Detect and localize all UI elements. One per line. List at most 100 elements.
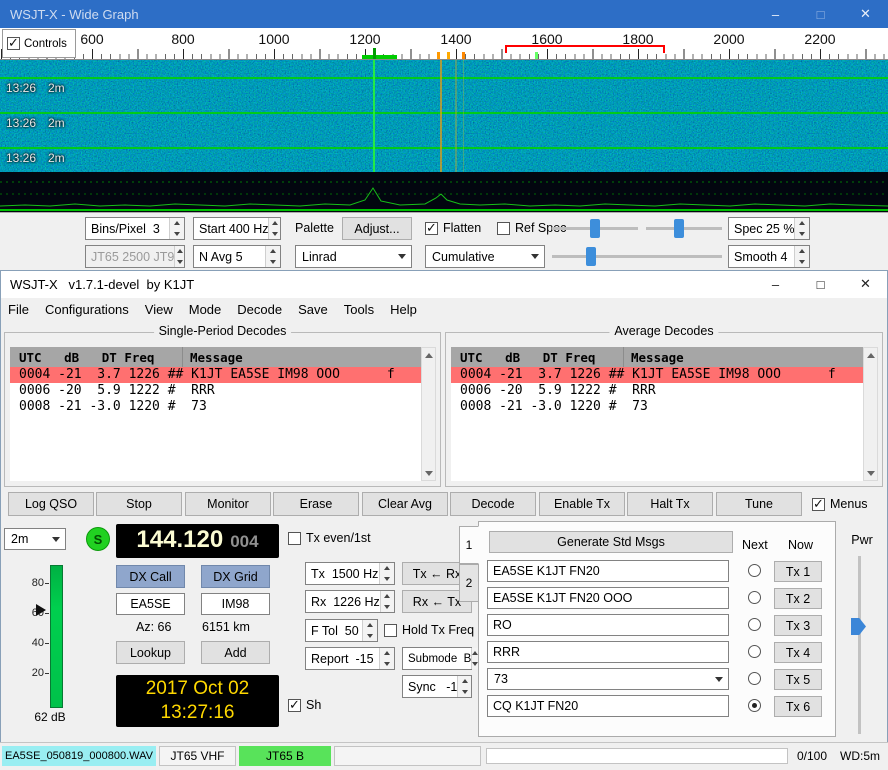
band-combo[interactable]: 2m bbox=[4, 528, 66, 550]
menu-save[interactable]: Save bbox=[290, 299, 336, 320]
menus-checkbox[interactable]: Menus bbox=[812, 497, 868, 511]
decode-button[interactable]: Decode bbox=[450, 492, 536, 516]
maximize-icon[interactable]: □ bbox=[798, 270, 843, 298]
next-radio-6[interactable] bbox=[748, 699, 761, 712]
spin-up-icon[interactable] bbox=[381, 591, 394, 602]
dx-call-button[interactable]: DX Call bbox=[116, 565, 185, 588]
controls-toggle-box[interactable]: Controls bbox=[2, 29, 76, 58]
slider-handle[interactable] bbox=[586, 247, 596, 266]
slider-handle[interactable] bbox=[590, 219, 600, 238]
maximize-icon[interactable]: □ bbox=[798, 0, 843, 28]
waterfall-gain-slider[interactable] bbox=[552, 217, 638, 240]
spin-up-icon[interactable] bbox=[363, 620, 377, 631]
sh-checkbox[interactable]: Sh bbox=[288, 698, 321, 712]
spin-up-icon[interactable] bbox=[266, 246, 280, 257]
checkbox-unchecked-icon[interactable] bbox=[288, 532, 301, 545]
pwr-slider-handle[interactable] bbox=[851, 618, 866, 635]
message-combo-5[interactable]: 73 bbox=[487, 668, 729, 690]
checkbox-checked-icon[interactable] bbox=[425, 222, 438, 235]
adjust-palette-button[interactable]: Adjust... bbox=[342, 217, 412, 240]
smooth-spinbox[interactable]: Smooth 4 bbox=[728, 245, 810, 268]
flatten-checkbox[interactable]: Flatten bbox=[425, 221, 481, 235]
decode-row[interactable]: 0004 -21 3.7 1226 ## K1JT EA5SE IM98 OOO… bbox=[10, 367, 421, 383]
dx-call-field[interactable] bbox=[116, 593, 185, 615]
lookup-button[interactable]: Lookup bbox=[116, 641, 185, 664]
message-field-6[interactable] bbox=[487, 695, 729, 717]
frequency-ruler[interactable]: 600 800 1000 1200 1400 1600 1800 2000 22… bbox=[0, 28, 888, 60]
menu-decode[interactable]: Decode bbox=[229, 299, 290, 320]
tx1-button[interactable]: Tx 1 bbox=[774, 561, 822, 582]
minimize-icon[interactable]: – bbox=[753, 270, 798, 298]
f-tol-spinbox[interactable]: F Tol 50 bbox=[305, 619, 378, 642]
tx4-button[interactable]: Tx 4 bbox=[774, 642, 822, 663]
message-field-3[interactable] bbox=[487, 614, 729, 636]
spin-up-icon[interactable] bbox=[380, 648, 394, 659]
n-avg-spinbox[interactable]: N Avg 5 bbox=[193, 245, 281, 268]
scrollbar[interactable] bbox=[863, 347, 878, 481]
decode-row[interactable]: 0008 -21 -3.0 1220 # 73 bbox=[10, 399, 421, 415]
spin-down-icon[interactable] bbox=[269, 229, 280, 240]
spin-down-icon[interactable] bbox=[266, 257, 280, 268]
menu-mode[interactable]: Mode bbox=[181, 299, 230, 320]
message-field-1[interactable] bbox=[487, 560, 729, 582]
next-radio-2[interactable] bbox=[748, 591, 761, 604]
decode-row[interactable]: 0006 -20 5.9 1222 # RRR bbox=[451, 383, 863, 399]
checkbox-unchecked-icon[interactable] bbox=[497, 222, 510, 235]
chevron-down-icon[interactable] bbox=[710, 669, 728, 689]
tx5-button[interactable]: Tx 5 bbox=[774, 669, 822, 690]
close-icon[interactable]: ✕ bbox=[843, 270, 888, 298]
display-mode-combo[interactable]: Cumulative bbox=[425, 245, 545, 268]
tab-1[interactable]: 1 bbox=[459, 526, 479, 564]
tab-2[interactable]: 2 bbox=[459, 564, 479, 602]
checkbox-checked-icon[interactable] bbox=[812, 498, 825, 511]
spin-up-icon[interactable] bbox=[795, 218, 809, 229]
main-titlebar[interactable]: WSJT-X v1.7.1-devel by K1JT – □ ✕ bbox=[0, 270, 888, 298]
checkbox-checked-icon[interactable] bbox=[288, 699, 301, 712]
submode-spinbox[interactable]: Submode B bbox=[402, 647, 472, 670]
spin-up-icon[interactable] bbox=[458, 676, 471, 687]
spin-up-icon[interactable] bbox=[795, 246, 809, 257]
checkbox-unchecked-icon[interactable] bbox=[384, 624, 397, 637]
menu-view[interactable]: View bbox=[137, 299, 181, 320]
next-radio-4[interactable] bbox=[748, 645, 761, 658]
tx6-button[interactable]: Tx 6 bbox=[774, 696, 822, 717]
spin-up-icon[interactable] bbox=[170, 218, 184, 229]
chevron-down-icon[interactable] bbox=[526, 246, 544, 267]
close-icon[interactable]: ✕ bbox=[843, 0, 888, 28]
waterfall-display[interactable] bbox=[0, 60, 888, 212]
spin-down-icon[interactable] bbox=[458, 687, 471, 698]
next-radio-1[interactable] bbox=[748, 564, 761, 577]
stop-button[interactable]: Stop bbox=[96, 492, 182, 516]
hold-tx-freq-checkbox[interactable]: Hold Tx Freq bbox=[384, 623, 474, 637]
spin-up-icon[interactable] bbox=[380, 563, 394, 574]
message-field-4[interactable] bbox=[487, 641, 729, 663]
scroll-up-icon[interactable] bbox=[864, 348, 877, 362]
message-field-2[interactable] bbox=[487, 587, 729, 609]
tune-button[interactable]: Tune bbox=[716, 492, 802, 516]
menu-configurations[interactable]: Configurations bbox=[37, 299, 137, 320]
minimize-icon[interactable]: – bbox=[753, 0, 798, 28]
tx-freq-spinbox[interactable]: Tx 1500 Hz bbox=[305, 562, 395, 585]
decode-row[interactable]: 0004 -21 3.7 1226 ## K1JT EA5SE IM98 OOO… bbox=[451, 367, 863, 383]
menu-help[interactable]: Help bbox=[382, 299, 425, 320]
bins-per-pixel-spinbox[interactable]: Bins/Pixel 3 bbox=[85, 217, 185, 240]
generate-std-msgs-button[interactable]: Generate Std Msgs bbox=[489, 531, 733, 553]
log-qso-button[interactable]: Log QSO bbox=[8, 492, 94, 516]
spin-up-icon[interactable] bbox=[269, 218, 280, 229]
spin-down-icon[interactable] bbox=[381, 602, 394, 613]
monitor-button[interactable]: Monitor bbox=[185, 492, 271, 516]
scroll-down-icon[interactable] bbox=[864, 466, 877, 480]
spin-down-icon[interactable] bbox=[363, 631, 377, 642]
add-button[interactable]: Add bbox=[201, 641, 270, 664]
report-spinbox[interactable]: Report -15 bbox=[305, 647, 395, 670]
wide-graph-titlebar[interactable]: WSJT-X - Wide Graph – □ ✕ bbox=[0, 0, 888, 28]
scroll-up-icon[interactable] bbox=[422, 348, 435, 362]
menu-tools[interactable]: Tools bbox=[336, 299, 382, 320]
smooth-slider[interactable] bbox=[552, 245, 722, 268]
tx3-button[interactable]: Tx 3 bbox=[774, 615, 822, 636]
scrollbar[interactable] bbox=[421, 347, 436, 481]
chevron-down-icon[interactable] bbox=[47, 529, 65, 549]
enable-tx-button[interactable]: Enable Tx bbox=[539, 492, 625, 516]
tx2-button[interactable]: Tx 2 bbox=[774, 588, 822, 609]
tx-even-checkbox[interactable]: Tx even/1st bbox=[288, 531, 371, 545]
